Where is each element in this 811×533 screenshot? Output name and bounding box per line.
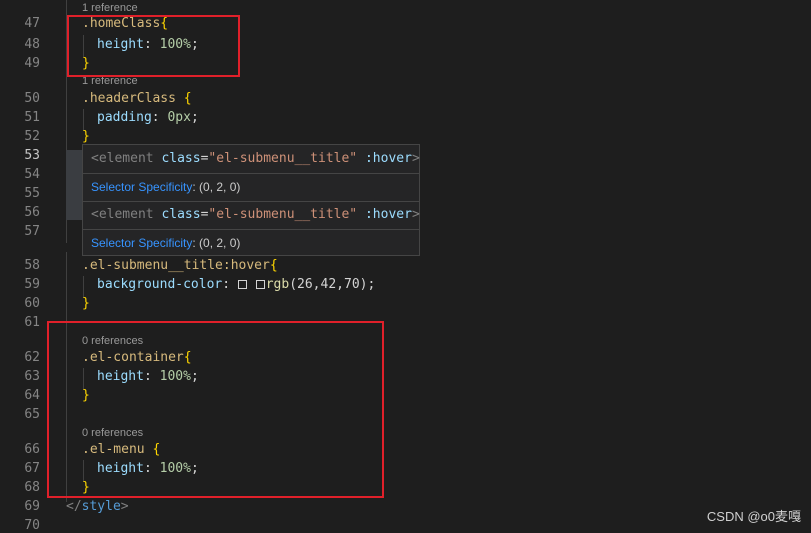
color-swatch-icon[interactable] [255,280,265,289]
pseudo-class: :hover [364,151,412,166]
brace: } [82,296,90,311]
hover-tooltip[interactable]: <element class="el-submenu__title" :hove… [82,144,420,256]
line-number: 52 [24,129,40,144]
divider [83,201,419,202]
line-number: 55 [24,186,40,201]
css-selector: .headerClass [82,91,176,106]
line-number: 54 [24,167,40,182]
code-text: .headerClass { [82,91,192,106]
line-number: 47 [24,16,40,31]
tag-bracket: > [411,151,420,166]
colon: : [222,277,231,292]
line-number: 51 [24,110,40,125]
line-number: 50 [24,91,40,106]
line-number: 59 [24,277,40,292]
css-value: 0px [167,110,191,125]
specificity-link[interactable]: Selector Specificity [91,180,192,194]
tooltip-element-preview: <element class="el-submenu__title" :hove… [91,207,420,222]
tooltip-specificity: Selector Specificity: (0, 2, 0) [91,180,240,194]
tag-bracket: > [120,499,129,514]
css-selector: .el-submenu__title:hover [82,258,270,273]
line-number: 57 [24,224,40,239]
line-number: 68 [24,480,40,495]
line-number: 64 [24,388,40,403]
semicolon: ; [367,277,376,292]
specificity-link[interactable]: Selector Specificity [91,236,192,250]
code-text: } [82,129,90,144]
css-property: background-color [97,277,223,292]
line-number: 48 [24,37,40,52]
line-number: 61 [24,315,40,330]
line-number: 58 [24,258,40,273]
line-number: 66 [24,442,40,457]
css-function: rgb [265,277,290,292]
line-number: 62 [24,350,40,365]
attr-value: "el-submenu__title" [208,151,358,166]
tooltip-element-preview: <element class="el-submenu__title" :hove… [91,151,420,166]
css-property: padding [97,110,152,125]
line-number: 65 [24,407,40,422]
brace: } [82,129,90,144]
semicolon: ; [190,110,199,125]
line-number: 60 [24,296,40,311]
code-text: padding: 0px; [97,110,199,125]
element-tag: <element [91,207,154,222]
line-number: 67 [24,461,40,476]
line-number: 53 [24,148,40,163]
specificity-value: : (0, 2, 0) [192,180,241,194]
specificity-value: : (0, 2, 0) [192,236,241,250]
code-editor[interactable]: 1 reference 47 .homeClass{ 48 height: 10… [0,0,811,533]
indent-guide [83,276,84,298]
code-lens-references[interactable]: 1 reference [82,2,138,14]
pseudo-class: :hover [364,207,412,222]
element-tag: <element [91,151,154,166]
brace: { [269,258,278,273]
colon: : [151,110,160,125]
code-text: .el-submenu__title:hover{ [82,258,278,273]
annotation-box [67,15,240,77]
attr-value: "el-submenu__title" [208,207,358,222]
tag-bracket: > [411,207,420,222]
line-number: 49 [24,56,40,71]
annotation-box [47,321,384,498]
html-tag: style [81,499,121,514]
line-number: 69 [24,499,40,514]
divider [83,173,419,174]
watermark: CSDN @o0麦嘎 [706,509,801,524]
code-text: background-color: rgb(26,42,70); [97,277,375,292]
code-text: </style> [66,499,129,514]
css-args: (26,42,70) [289,277,368,292]
indent-guide [83,109,84,131]
attr-name: class [161,151,201,166]
attr-name: class [161,207,201,222]
line-number: 70 [24,518,40,533]
tooltip-specificity: Selector Specificity: (0, 2, 0) [91,236,240,250]
code-text: } [82,296,90,311]
brace: { [183,91,192,106]
line-number: 56 [24,205,40,220]
selection-highlight [66,150,82,220]
divider [83,229,419,230]
color-swatch-icon[interactable] [237,280,247,289]
tag-bracket: </ [66,499,82,514]
line-number: 63 [24,369,40,384]
